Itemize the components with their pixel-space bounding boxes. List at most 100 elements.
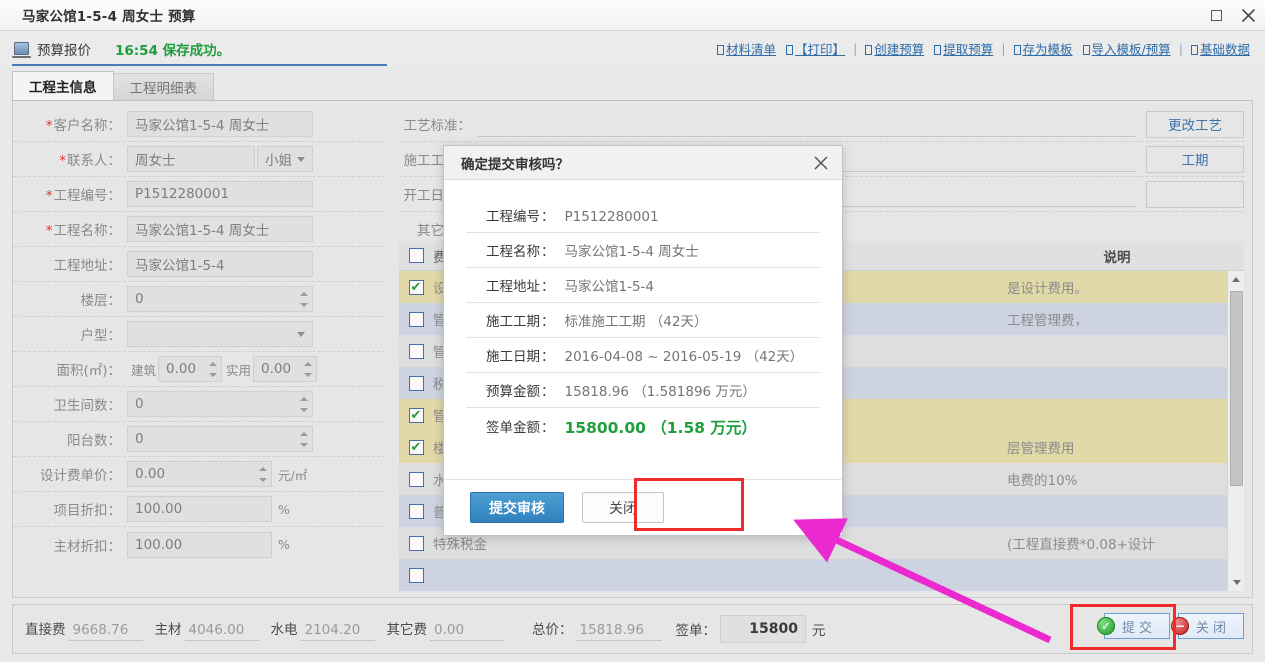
signed-amount-input[interactable]: 15800: [720, 615, 806, 643]
checkbox-icon[interactable]: [409, 504, 424, 519]
header-select-all[interactable]: [399, 248, 433, 263]
start-date-extra-box[interactable]: [1146, 181, 1244, 208]
checkbox-icon[interactable]: [409, 376, 424, 391]
stepper-arrows-icon[interactable]: [297, 393, 310, 416]
material-discount-input[interactable]: 100.00: [127, 532, 272, 558]
dialog-field-value: 标准施工工期 （42天）: [557, 310, 708, 337]
table-row[interactable]: [399, 559, 1244, 591]
dialog-field-colon: ：: [541, 275, 555, 302]
area-usable-stepper[interactable]: 0.00: [253, 356, 317, 382]
area-usable-label: 实用: [226, 360, 251, 379]
close-icon[interactable]: [1239, 7, 1257, 25]
stepper-arrows-icon[interactable]: [206, 358, 219, 381]
checkbox-icon[interactable]: [409, 536, 424, 551]
design-price-stepper[interactable]: 0.00: [127, 461, 272, 487]
field-design-price: 设计费单价： 0.00 元/㎡: [13, 457, 385, 492]
link-base-data[interactable]: 基础数据: [1191, 39, 1250, 58]
change-craft-button[interactable]: 更改工艺: [1146, 111, 1244, 138]
window-title: 马家公馆1-5-4 周女士 预算: [22, 5, 196, 25]
dialog-field-colon: ：: [541, 310, 555, 337]
area-built-label: 建筑: [131, 360, 156, 379]
project-name-input[interactable]: 马家公馆1-5-4 周女士: [127, 216, 313, 242]
link-print[interactable]: 【打印】: [786, 39, 845, 58]
field-label: 工艺标准：: [399, 114, 477, 134]
area-built-stepper[interactable]: 0.00: [158, 356, 222, 382]
checkbox-icon[interactable]: [409, 344, 424, 359]
row-checkbox-cell[interactable]: [399, 472, 433, 487]
project-discount-input[interactable]: 100.00: [127, 496, 272, 522]
period-button[interactable]: 工期: [1146, 146, 1244, 173]
row-description: 是设计费用。: [1007, 277, 1227, 297]
balconies-stepper[interactable]: 0: [127, 426, 313, 452]
field-label: 卫生间数：: [19, 394, 127, 414]
row-checkbox-cell[interactable]: [399, 344, 433, 359]
row-checkbox-cell[interactable]: [399, 312, 433, 327]
row-checkbox-cell[interactable]: [399, 408, 433, 423]
application-window: 马家公馆1-5-4 周女士 预算 预算报价 16:54 保存成功。 材料清单 【…: [0, 0, 1265, 662]
tab-detail-table[interactable]: 工程明细表: [113, 73, 215, 100]
placeholder-glyph-icon: [1083, 45, 1090, 55]
row-checkbox-cell[interactable]: [399, 376, 433, 391]
close-button[interactable]: − 关 闭: [1178, 613, 1244, 639]
submit-button[interactable]: ✓ 提 交: [1104, 613, 1170, 639]
row-checkbox-cell[interactable]: [399, 280, 433, 295]
link-material-list[interactable]: 材料清单: [717, 39, 776, 58]
checkbox-icon[interactable]: [409, 280, 424, 295]
dialog-body: 工程编号：P1512280001工程名称：马家公馆1-5-4 周女士工程地址：马…: [444, 180, 842, 443]
checkbox-icon[interactable]: [409, 312, 424, 327]
customer-name-input[interactable]: 马家公馆1-5-4 周女士: [127, 111, 313, 137]
link-save-as-template[interactable]: 存为模板: [1014, 39, 1073, 58]
row-checkbox-cell[interactable]: [399, 440, 433, 455]
dialog-close-button[interactable]: 关闭: [582, 492, 664, 523]
table-scrollbar[interactable]: [1227, 271, 1244, 591]
header-desc: 说明: [1007, 246, 1227, 266]
project-address-input[interactable]: 马家公馆1-5-4: [127, 251, 313, 277]
project-no-input[interactable]: P1512280001: [127, 181, 313, 207]
scroll-thumb[interactable]: [1230, 291, 1243, 486]
scroll-down-icon[interactable]: [1228, 574, 1245, 591]
scroll-up-icon[interactable]: [1228, 271, 1244, 288]
row-checkbox-cell[interactable]: [399, 536, 433, 551]
field-area: 面积(㎡)： 建筑 0.00 实用 0.00: [13, 352, 385, 387]
link-separator: |: [853, 41, 857, 56]
floor-stepper[interactable]: 0: [127, 286, 313, 312]
field-balconies: 阳台数： 0: [13, 422, 385, 457]
stepper-arrows-icon[interactable]: [301, 358, 314, 381]
stepper-arrows-icon[interactable]: [297, 428, 310, 451]
checkbox-icon[interactable]: [409, 408, 424, 423]
link-extract-budget[interactable]: 提取预算: [934, 39, 993, 58]
dialog-field-label: 施工工期: [466, 310, 540, 337]
save-status: 16:54 保存成功。: [115, 39, 230, 59]
contact-title-select[interactable]: 小姐: [257, 146, 313, 172]
row-checkbox-cell[interactable]: [399, 504, 433, 519]
house-type-select[interactable]: [127, 321, 313, 347]
stepper-arrows-icon[interactable]: [297, 288, 310, 311]
craft-standard-input[interactable]: [477, 111, 1136, 137]
dialog-field-row: 工程地址：马家公馆1-5-4: [466, 268, 820, 303]
dialog-field-value: 马家公馆1-5-4: [557, 275, 655, 302]
field-label: *工程名称：: [19, 219, 127, 239]
dialog-field-colon: ：: [541, 380, 555, 407]
budget-module-icon: [14, 42, 29, 55]
checkbox-icon[interactable]: [409, 440, 424, 455]
field-project-no: *工程编号： P1512280001: [13, 177, 385, 212]
dialog-submit-review-button[interactable]: 提交审核: [470, 492, 564, 523]
stepper-arrows-icon[interactable]: [256, 463, 269, 486]
maximize-icon[interactable]: [1207, 7, 1225, 25]
dialog-close-icon[interactable]: [810, 152, 832, 174]
tab-main-info[interactable]: 工程主信息: [12, 71, 114, 100]
row-checkbox-cell[interactable]: [399, 568, 433, 583]
placeholder-glyph-icon: [865, 45, 872, 55]
checkbox-icon[interactable]: [409, 472, 424, 487]
link-import-template[interactable]: 导入模板/预算: [1083, 39, 1171, 58]
summary-main-material: 主材 4046.00: [155, 618, 259, 641]
row-description: 层管理费用: [1007, 437, 1227, 457]
contact-name-input[interactable]: 周女士: [127, 146, 255, 172]
checkbox-icon[interactable]: [409, 568, 424, 583]
bathrooms-stepper[interactable]: 0: [127, 391, 313, 417]
field-floor: 楼层： 0: [13, 282, 385, 317]
link-create-budget[interactable]: 创建预算: [865, 39, 924, 58]
close-button-label: 关 闭: [1196, 617, 1226, 636]
minus-circle-icon: −: [1171, 617, 1189, 635]
checkbox-icon[interactable]: [409, 248, 424, 263]
